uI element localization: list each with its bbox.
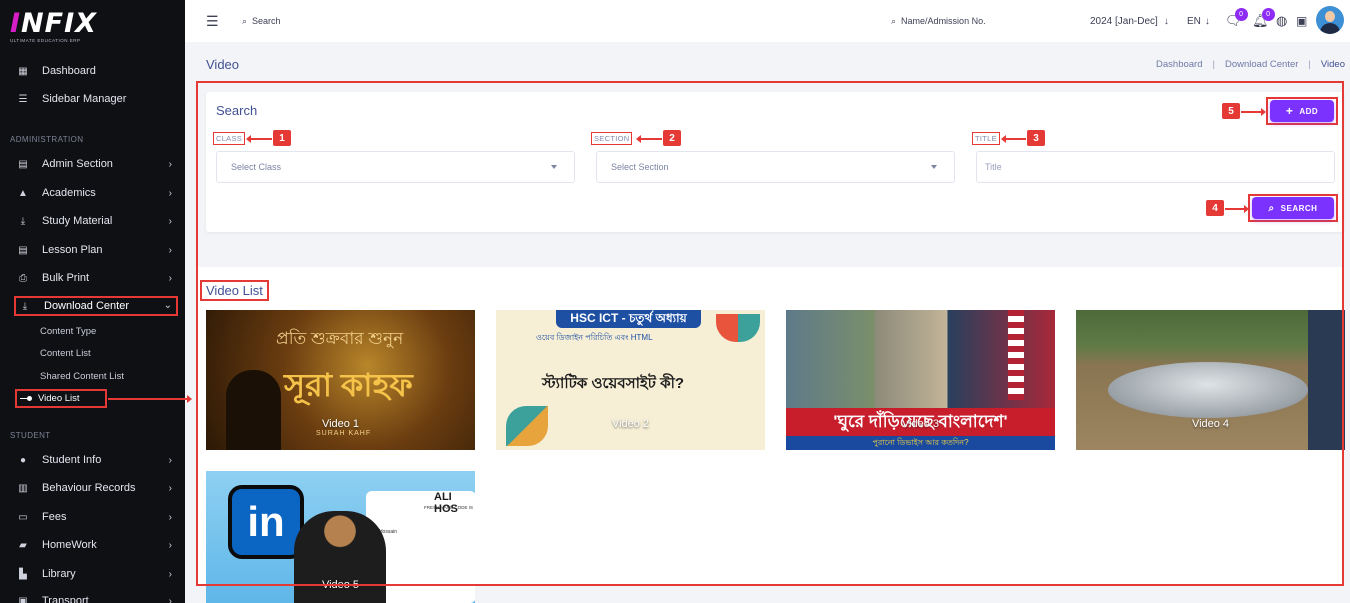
search-icon: ⌕ bbox=[242, 15, 248, 26]
sidebar-item-dashboard[interactable]: ▦ Dashboard bbox=[16, 61, 176, 81]
chevron-down-icon: ⌄ bbox=[163, 300, 172, 311]
annotation-arrow bbox=[108, 395, 192, 403]
notifications-button[interactable]: 🔔︎ 0 bbox=[1252, 0, 1275, 42]
sidebar-item-label: Academics bbox=[42, 187, 96, 199]
download-icon: ⤓ bbox=[22, 300, 28, 312]
sidebar-item-label: Transport bbox=[42, 595, 89, 603]
chevron-right-icon: › bbox=[168, 568, 172, 580]
breadcrumb-download-center[interactable]: Download Center bbox=[1225, 59, 1298, 70]
sidebar: INFIX ULTIMATE EDUCATION ERP ▦ Dashboard… bbox=[0, 0, 185, 603]
records-icon: ▥ bbox=[18, 482, 28, 494]
app-logo[interactable]: INFIX ULTIMATE EDUCATION ERP bbox=[10, 10, 97, 43]
chevron-right-icon: › bbox=[168, 187, 172, 199]
user-avatar[interactable] bbox=[1316, 6, 1344, 34]
sidebar-item-label: Lesson Plan bbox=[42, 244, 103, 256]
active-indicator-icon bbox=[20, 395, 34, 403]
sidebar-subitem-content-list[interactable]: Content List bbox=[40, 348, 91, 359]
top-bar: ☰ ⌕ Search ⌕ Name/Admission No. 2024 [Ja… bbox=[185, 0, 1350, 42]
annotation-frame-main bbox=[196, 81, 1344, 586]
analytics-icon[interactable]: ▣ bbox=[1296, 0, 1307, 42]
sidebar-subitem-content-type[interactable]: Content Type bbox=[40, 326, 96, 337]
sidebar-item-behaviour-records[interactable]: ▥ Behaviour Records › bbox=[16, 478, 176, 498]
chevron-right-icon: › bbox=[168, 595, 172, 603]
sidebar-item-homework[interactable]: ▰ HomeWork › bbox=[16, 535, 176, 555]
bus-icon: ▣ bbox=[18, 595, 28, 603]
language-value: EN bbox=[1187, 15, 1201, 27]
chevron-right-icon: › bbox=[168, 158, 172, 170]
arrow-down-icon: ↓ bbox=[1163, 15, 1169, 27]
breadcrumb-separator: | bbox=[1212, 59, 1215, 70]
chevron-right-icon: › bbox=[168, 454, 172, 466]
chevron-right-icon: › bbox=[168, 244, 172, 256]
sidebar-item-download-center[interactable]: ⤓ Download Center ⌄ bbox=[14, 296, 178, 316]
chevron-right-icon: › bbox=[168, 539, 172, 551]
student-search-input: Name/Admission No. bbox=[901, 16, 986, 26]
hamburger-menu-icon[interactable]: ☰ bbox=[206, 0, 219, 42]
logo-wordmark: INFIX bbox=[10, 8, 97, 39]
notifications-badge: 0 bbox=[1261, 8, 1275, 21]
sidebar-item-lesson-plan[interactable]: ▤ Lesson Plan › bbox=[16, 240, 176, 260]
sidebar-item-study-material[interactable]: ⤓ Study Material › bbox=[16, 211, 176, 231]
chevron-right-icon: › bbox=[168, 511, 172, 523]
sidebar-item-label: Study Material bbox=[42, 215, 113, 227]
global-search[interactable]: ⌕ Search bbox=[242, 0, 281, 42]
sidebar-item-label: Behaviour Records bbox=[42, 482, 136, 494]
sidebar-item-transport[interactable]: ▣ Transport › bbox=[16, 591, 176, 603]
download-icon: ⤓ bbox=[20, 215, 26, 227]
list-icon: ▤ bbox=[18, 244, 28, 256]
student-search[interactable]: ⌕ Name/Admission No. bbox=[891, 0, 986, 42]
chevron-right-icon: › bbox=[168, 215, 172, 227]
sidebar-item-label: Fees bbox=[42, 511, 67, 523]
sidebar-item-academics[interactable]: ▲ Academics › bbox=[16, 183, 176, 203]
sidebar-item-student-info[interactable]: ● Student Info › bbox=[16, 450, 176, 470]
chat-icon: 🗨 0 bbox=[1225, 8, 1248, 29]
graduation-icon: ▲ bbox=[18, 187, 28, 199]
chevron-right-icon: › bbox=[168, 482, 172, 494]
sidebar-item-label: HomeWork bbox=[42, 539, 97, 551]
breadcrumb-dashboard[interactable]: Dashboard bbox=[1156, 59, 1202, 70]
sidebar-item-label: Bulk Print bbox=[42, 272, 90, 284]
sidebar-item-bulk-print[interactable]: ⎙ Bulk Print › bbox=[16, 268, 176, 288]
language-selector[interactable]: EN ↓ bbox=[1187, 0, 1210, 42]
user-icon: ● bbox=[19, 454, 27, 466]
sidebar-item-label: Dashboard bbox=[42, 65, 96, 77]
breadcrumb-current: Video bbox=[1320, 59, 1345, 70]
book-icon: ▤ bbox=[18, 158, 28, 170]
sidebar-subitem-video-list[interactable]: Video List bbox=[15, 389, 107, 408]
breadcrumb-separator: | bbox=[1308, 59, 1311, 70]
sidebar-item-admin-section[interactable]: ▤ Admin Section › bbox=[16, 154, 176, 174]
sidebar-section-student: STUDENT bbox=[10, 431, 51, 440]
page-title: Video bbox=[206, 57, 240, 72]
sidebar-item-fees[interactable]: ▭ Fees › bbox=[16, 507, 176, 527]
sidebar-item-sidebar-manager[interactable]: ☰ Sidebar Manager bbox=[16, 89, 176, 109]
sidebar-item-library[interactable]: ▙ Library › bbox=[16, 564, 176, 584]
grid-icon: ▦ bbox=[18, 65, 28, 77]
arrow-down-icon: ↓ bbox=[1204, 15, 1210, 27]
session-value: 2024 [Jan-Dec] bbox=[1090, 15, 1158, 27]
breadcrumb: Dashboard | Download Center | Video bbox=[1156, 59, 1345, 70]
messages-button[interactable]: 🗨 0 bbox=[1225, 0, 1248, 42]
sidebar-section-administration: ADMINISTRATION bbox=[10, 135, 84, 144]
bell-icon: 🔔︎ 0 bbox=[1252, 8, 1275, 29]
sidebar-subitem-label: Video List bbox=[38, 393, 80, 404]
session-selector[interactable]: 2024 [Jan-Dec] ↓ bbox=[1090, 0, 1169, 42]
sidebar-item-label: Library bbox=[42, 568, 76, 580]
messages-badge: 0 bbox=[1234, 8, 1248, 21]
sidebar-item-label: Student Info bbox=[42, 454, 102, 466]
bars-icon: ☰ bbox=[18, 93, 28, 105]
money-icon: ▭ bbox=[18, 511, 28, 523]
printer-icon: ⎙ bbox=[19, 272, 27, 284]
sidebar-subitem-shared-content-list[interactable]: Shared Content List bbox=[40, 371, 124, 382]
sidebar-item-label: Admin Section bbox=[42, 158, 113, 170]
global-search-input: Search bbox=[252, 16, 281, 26]
sidebar-item-label: Download Center bbox=[44, 300, 129, 312]
sidebar-item-label: Sidebar Manager bbox=[42, 93, 127, 105]
chevron-right-icon: › bbox=[168, 272, 172, 284]
library-icon: ▙ bbox=[19, 568, 27, 580]
globe-icon[interactable]: ◍ bbox=[1276, 0, 1287, 42]
search-icon: ⌕ bbox=[891, 15, 897, 26]
book-open-icon: ▰ bbox=[19, 539, 27, 551]
